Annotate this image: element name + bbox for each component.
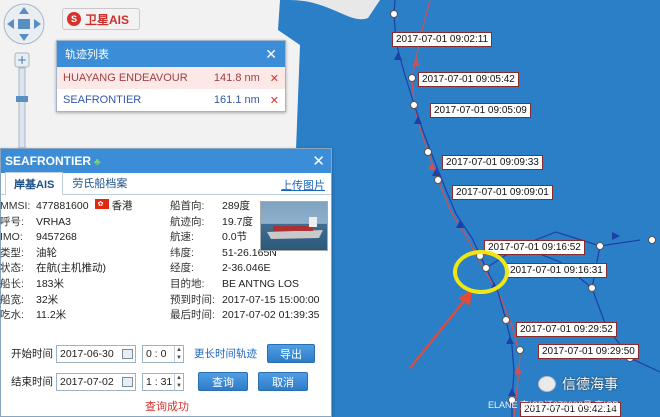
info-value: 9457268 bbox=[36, 231, 77, 244]
track-list-header: 轨迹列表 ✕ bbox=[57, 41, 285, 67]
map-time-label: 2017-07-01 09:29:52 bbox=[516, 322, 617, 337]
info-value: 2017-07-02 01:39:35 bbox=[222, 309, 320, 322]
info-key: 吃水: bbox=[0, 309, 24, 322]
zoom-in-icon: + bbox=[17, 53, 27, 67]
info-key: MMSI: bbox=[0, 200, 31, 212]
track-ship-name: HUAYANG ENDEAVOUR bbox=[63, 72, 188, 84]
watermark: 信德海事 bbox=[538, 374, 618, 394]
info-value: BE ANTNG LOS bbox=[222, 277, 300, 290]
info-value: 2017-07-15 15:00:00 bbox=[222, 293, 320, 306]
zoom-slider-handle[interactable] bbox=[16, 96, 28, 102]
calendar-icon[interactable] bbox=[122, 376, 133, 387]
map-time-label: 2017-07-01 09:16:52 bbox=[484, 240, 585, 255]
map-time-label: 2017-07-01 09:05:42 bbox=[418, 72, 519, 87]
close-icon[interactable]: ✕ bbox=[312, 152, 325, 170]
calendar-icon[interactable] bbox=[122, 348, 133, 359]
pan-control[interactable] bbox=[2, 2, 46, 46]
info-value: 19.7度 bbox=[222, 215, 253, 228]
ship-tabs: 岸基AIS 劳氏船档案 上传图片 bbox=[1, 171, 331, 195]
info-value: 289度 bbox=[222, 200, 251, 212]
watermark-text: 信德海事 bbox=[562, 376, 618, 392]
info-value: 183米 bbox=[36, 277, 65, 290]
satellite-ais-label: 卫星AIS bbox=[85, 12, 130, 27]
info-value: 11.2米 bbox=[36, 309, 67, 322]
start-time-label: 开始时间 bbox=[11, 348, 53, 360]
end-time-input[interactable]: 1 : 31 ▲ ▼ bbox=[142, 372, 184, 391]
zoom-control[interactable]: + bbox=[14, 52, 30, 148]
info-key: 呼号: bbox=[0, 215, 24, 228]
track-list-panel: 轨迹列表 ✕ HUAYANG ENDEAVOUR 141.8 nm ✕ SEAF… bbox=[56, 40, 286, 112]
end-date-input[interactable]: 2017-07-02 bbox=[56, 372, 136, 391]
info-key: IMO: bbox=[0, 231, 23, 244]
tanker-ship-icon bbox=[267, 217, 323, 239]
end-date-value: 2017-07-02 bbox=[60, 375, 114, 388]
close-icon[interactable]: ✕ bbox=[265, 46, 277, 63]
track-list-title: 轨迹列表 bbox=[65, 49, 109, 61]
info-key: 最后时间: bbox=[170, 309, 215, 322]
track-list-item[interactable]: SEAFRONTIER 161.1 nm ✕ bbox=[57, 89, 285, 111]
tab-shore-ais[interactable]: 岸基AIS bbox=[5, 172, 64, 195]
info-value: 0.0节 bbox=[222, 231, 248, 244]
flag-name: 香港 bbox=[111, 200, 133, 212]
start-date-input[interactable]: 2017-06-30 bbox=[56, 344, 136, 363]
info-key: 经度: bbox=[170, 262, 194, 275]
info-key: 船宽: bbox=[0, 293, 24, 306]
map-time-label: 2017-07-01 09:09:01 bbox=[452, 185, 553, 200]
ship-photo[interactable] bbox=[260, 201, 328, 251]
satellite-logo-icon: S bbox=[67, 12, 81, 26]
track-ship-name: SEAFRONTIER bbox=[63, 94, 142, 106]
info-key: 航速: bbox=[170, 231, 194, 244]
ship-detail-panel: SEAFRONTIER ♣ ✕ 岸基AIS 劳氏船档案 上传图片 MMSI: 477… bbox=[0, 148, 332, 417]
highlight-circle bbox=[453, 250, 509, 294]
map-time-label: 2017-07-01 09:09:33 bbox=[442, 155, 543, 170]
end-time-label: 结束时间 bbox=[11, 376, 53, 388]
map-time-label: 2017-07-01 09:29:50 bbox=[538, 344, 639, 359]
remove-icon[interactable]: ✕ bbox=[270, 94, 279, 107]
map-time-label: 2017-07-01 09:16:31 bbox=[506, 263, 607, 278]
cancel-button[interactable]: 取消 bbox=[258, 372, 308, 391]
info-key: 纬度: bbox=[170, 246, 194, 259]
info-value: VRHA3 bbox=[36, 215, 72, 228]
ship-panel-header: SEAFRONTIER ♣ ✕ bbox=[1, 149, 331, 173]
clover-icon: ♣ bbox=[94, 157, 101, 168]
tab-lloyds-archive[interactable]: 劳氏船档案 bbox=[63, 171, 136, 194]
info-value: 在航(主机推动) bbox=[36, 262, 106, 275]
info-value: 2-36.046E bbox=[222, 262, 271, 275]
end-time-value: 1 : 31 bbox=[146, 375, 173, 388]
ship-name: SEAFRONTIER bbox=[5, 154, 92, 168]
wechat-icon bbox=[538, 376, 556, 392]
upload-photo-link[interactable]: 上传图片 bbox=[281, 177, 325, 193]
map-time-label: 2017-07-01 09:05:09 bbox=[430, 103, 531, 118]
ship-info-left: MMSI: 477881600 香港 呼号: VRHA3 IMO: 9457268 类型… bbox=[0, 197, 160, 324]
spinner-arrows-icon[interactable]: ▲ ▼ bbox=[174, 373, 183, 390]
info-key: 目的地: bbox=[170, 277, 205, 290]
start-time-input[interactable]: 0 : 0 ▲ ▼ bbox=[142, 344, 184, 363]
info-key: 状态: bbox=[0, 262, 24, 275]
footer-text: ELANE 京ICP证070006号 京ICP bbox=[488, 400, 619, 410]
map-center-icon[interactable] bbox=[18, 19, 30, 29]
map-time-label: 2017-07-01 09:02:11 bbox=[392, 32, 493, 47]
info-key: 预到时间: bbox=[170, 293, 215, 306]
remove-icon[interactable]: ✕ bbox=[270, 72, 279, 85]
query-button[interactable]: 查询 bbox=[198, 372, 248, 391]
start-date-value: 2017-06-30 bbox=[60, 347, 114, 360]
start-time-value: 0 : 0 bbox=[146, 347, 167, 360]
hong-kong-flag-icon bbox=[94, 197, 109, 213]
info-key: 船长: bbox=[0, 277, 24, 290]
track-distance: 161.1 nm bbox=[213, 94, 260, 106]
spinner-arrows-icon[interactable]: ▲ ▼ bbox=[174, 345, 183, 362]
info-value: 油轮 bbox=[36, 246, 57, 259]
track-distance: 141.8 nm bbox=[213, 72, 260, 84]
info-key: 类型: bbox=[0, 246, 24, 259]
status-message: 查询成功 bbox=[145, 401, 189, 413]
info-value: 32米 bbox=[36, 293, 59, 306]
satellite-ais-button[interactable]: S 卫星AIS bbox=[62, 8, 140, 30]
info-key: 航迹向: bbox=[170, 215, 205, 228]
track-list-item[interactable]: HUAYANG ENDEAVOUR 141.8 nm ✕ bbox=[57, 67, 285, 89]
export-button[interactable]: 导出 bbox=[267, 344, 315, 363]
longer-track-link[interactable]: 更长时间轨迹 bbox=[194, 346, 257, 361]
info-key: 船首向: bbox=[170, 200, 205, 212]
info-value: 477881600 bbox=[36, 200, 89, 212]
